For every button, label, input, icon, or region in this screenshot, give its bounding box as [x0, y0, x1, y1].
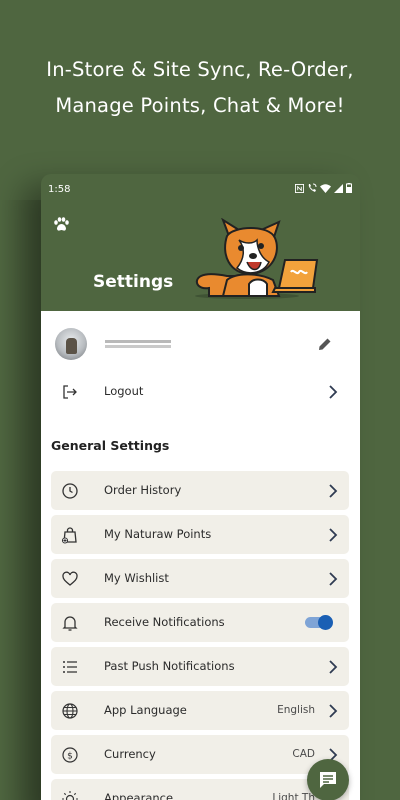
- battery-icon: [346, 183, 352, 193]
- settings-item-currency[interactable]: $ Currency CAD: [51, 735, 349, 774]
- status-bar: 1:58: [41, 174, 360, 204]
- wifi-icon: [320, 183, 331, 193]
- signal-icon: [334, 183, 343, 193]
- dollar-icon: $: [62, 747, 78, 763]
- currency-value: CAD: [292, 748, 315, 760]
- svg-text:$: $: [67, 752, 73, 762]
- settings-item-app-language[interactable]: App Language English: [51, 691, 349, 730]
- chevron-right-icon: [329, 704, 338, 718]
- chevron-right-icon: [329, 572, 338, 586]
- sun-icon: [62, 791, 78, 800]
- bell-icon: [62, 616, 78, 631]
- settings-item-label: Receive Notifications: [104, 615, 225, 629]
- promo-text: In-Store & Site Sync, Re-Order, Manage P…: [0, 52, 400, 124]
- settings-item-receive-notifications: Receive Notifications: [51, 603, 349, 642]
- pencil-icon[interactable]: [317, 336, 333, 352]
- chevron-right-icon: [329, 385, 338, 399]
- settings-item-naturaw-points[interactable]: My Naturaw Points: [51, 515, 349, 554]
- status-time: 1:58: [48, 184, 71, 195]
- settings-item-label: Order History: [104, 483, 182, 497]
- toggle-knob: [318, 615, 333, 630]
- promo-line-2: Manage Points, Chat & More!: [55, 94, 345, 117]
- settings-item-order-history[interactable]: Order History: [51, 471, 349, 510]
- logout-label: Logout: [104, 384, 144, 398]
- username-placeholder: [105, 340, 171, 348]
- chevron-right-icon: [329, 660, 338, 674]
- nfc-icon: [295, 183, 304, 193]
- settings-item-past-push-notifications[interactable]: Past Push Notifications: [51, 647, 349, 686]
- general-settings-title: General Settings: [51, 438, 170, 453]
- wifi-calling-icon: [308, 183, 317, 192]
- appearance-value: Light Th: [272, 792, 315, 800]
- settings-item-label: My Wishlist: [104, 571, 169, 585]
- chat-button[interactable]: [307, 759, 349, 800]
- phone-frame: 1:58 Settings Logout General Settings Or…: [41, 174, 360, 800]
- list-icon: [63, 661, 77, 673]
- chevron-right-icon: [329, 528, 338, 542]
- promo-line-1: In-Store & Site Sync, Re-Order,: [46, 58, 354, 81]
- logout-icon: [63, 385, 77, 399]
- settings-item-wishlist[interactable]: My Wishlist: [51, 559, 349, 598]
- page-title: Settings: [93, 272, 174, 292]
- shopping-bag-icon: [61, 527, 77, 544]
- clock-icon: [62, 483, 78, 499]
- globe-icon: [62, 703, 78, 719]
- settings-item-label: Past Push Notifications: [104, 659, 235, 673]
- settings-item-appearance[interactable]: Appearance Light Th: [51, 779, 349, 800]
- corgi-laptop-illustration: [195, 218, 319, 299]
- settings-item-label: Appearance: [104, 791, 174, 800]
- status-icons: [295, 183, 352, 193]
- settings-item-label: My Naturaw Points: [104, 527, 212, 541]
- settings-sheet: Logout General Settings Order History My…: [41, 311, 360, 800]
- app-language-value: English: [277, 704, 315, 716]
- heart-icon: [62, 571, 78, 586]
- paw-icon[interactable]: [52, 216, 70, 234]
- settings-item-label: Currency: [104, 747, 156, 761]
- logout-row[interactable]: Logout: [51, 372, 349, 412]
- chat-icon: [320, 772, 336, 788]
- notifications-toggle[interactable]: [305, 615, 333, 630]
- avatar[interactable]: [55, 328, 87, 360]
- chevron-right-icon: [329, 484, 338, 498]
- settings-item-label: App Language: [104, 703, 187, 717]
